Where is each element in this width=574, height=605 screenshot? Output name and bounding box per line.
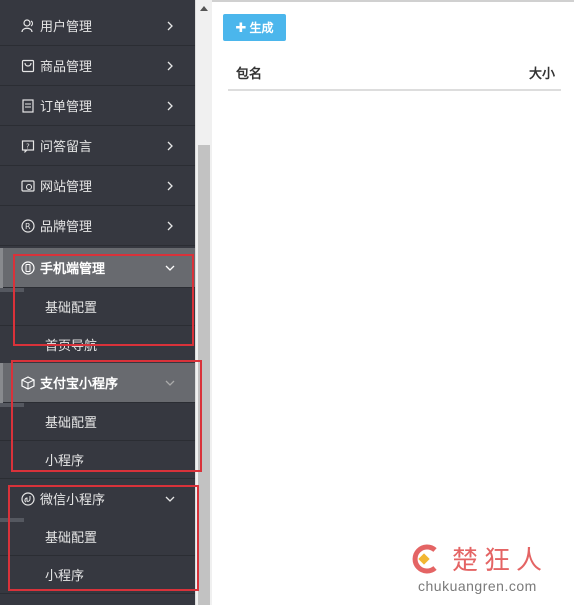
top-divider <box>212 0 574 2</box>
generate-button-label: 生成 <box>249 21 274 35</box>
users-icon <box>20 18 36 34</box>
sidebar-item-brand[interactable]: R 品牌管理 <box>0 206 195 246</box>
sidebar-item-label: 用户管理 <box>40 19 93 34</box>
watermark: 楚狂人 chukuangren.com <box>400 540 570 600</box>
sidebar-item-goods[interactable]: 商品管理 <box>0 46 195 86</box>
sidebar-item-orders[interactable]: 订单管理 <box>0 86 195 126</box>
sidebar-item-label: 订单管理 <box>40 99 93 114</box>
registered-icon: R <box>20 218 36 234</box>
watermark-logo-icon <box>408 542 442 576</box>
svg-text:R: R <box>25 222 31 231</box>
sidebar-item-qa[interactable]: ? 问答留言 <box>0 126 195 166</box>
sidebar-item-label: 问答留言 <box>40 139 93 154</box>
sidebar-item-label: 商品管理 <box>40 59 93 74</box>
column-header-size: 大小 <box>529 66 556 81</box>
sidebar-item-users[interactable]: 用户管理 <box>0 6 195 46</box>
scroll-up-arrow-icon[interactable] <box>195 0 212 17</box>
chevron-right-icon <box>165 59 175 73</box>
watermark-name: 楚狂人 <box>452 545 549 575</box>
chevron-right-icon <box>165 219 175 233</box>
message-icon: ? <box>20 138 36 154</box>
svg-text:?: ? <box>26 142 30 150</box>
list-icon <box>20 98 36 114</box>
website-icon <box>20 178 36 194</box>
generate-button[interactable]: ✚ 生成 <box>223 14 286 41</box>
highlight-box-mobile <box>13 254 194 346</box>
plus-icon: ✚ <box>235 19 247 35</box>
chevron-right-icon <box>165 139 175 153</box>
highlight-box-wechat <box>8 485 199 591</box>
chevron-right-icon <box>165 19 175 33</box>
column-header-package-name: 包名 <box>236 66 263 81</box>
highlight-box-alipay <box>11 360 202 472</box>
bag-icon <box>20 58 36 74</box>
sidebar-item-label: 品牌管理 <box>40 219 93 234</box>
watermark-url: chukuangren.com <box>418 578 537 594</box>
chevron-right-icon <box>165 99 175 113</box>
chevron-right-icon <box>165 179 175 193</box>
sidebar-item-label: 网站管理 <box>40 179 93 194</box>
sidebar-item-website[interactable]: 网站管理 <box>0 166 195 206</box>
table-header: 包名 大小 <box>228 58 561 91</box>
